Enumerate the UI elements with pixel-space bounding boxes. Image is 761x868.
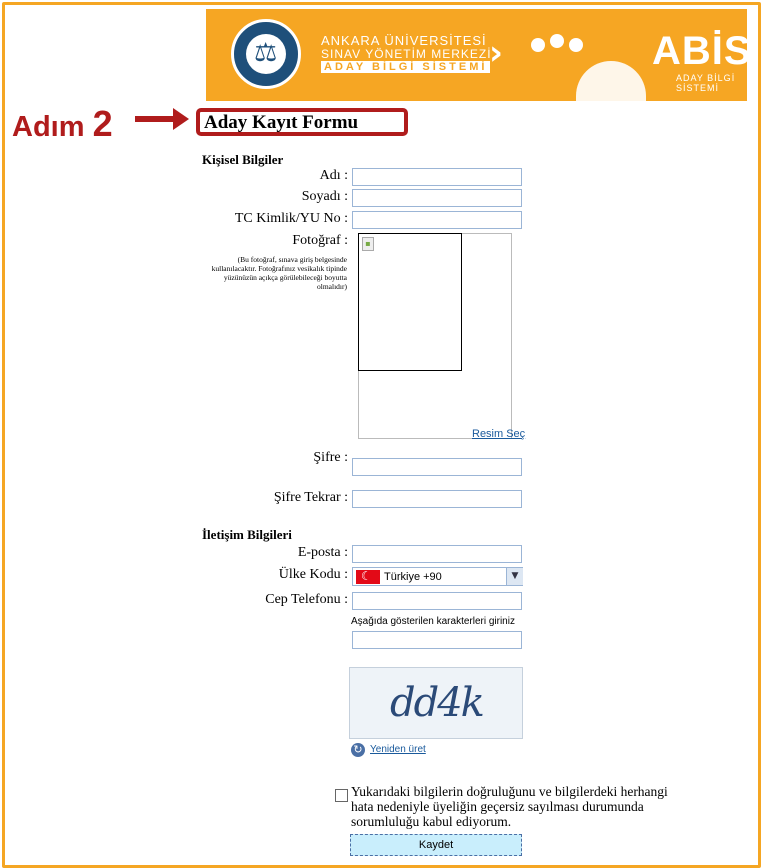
captcha-text: dd4k: [390, 680, 485, 726]
people-icon: [526, 34, 591, 74]
tc-label: TC Kimlik/YU No :: [234, 211, 348, 226]
chevron-right-icon: ›: [489, 33, 504, 73]
regenerate-captcha-link[interactable]: Yeniden üret: [370, 744, 426, 755]
turkey-flag-icon: [356, 569, 380, 584]
banner-system: ADAY BİLGİ SİSTEMİ: [321, 61, 491, 73]
photo-label: Fotoğraf :: [292, 233, 348, 248]
abis-logo-subtitle: ADAY BİLGİ SİSTEMİ: [676, 73, 736, 93]
captcha-input[interactable]: [352, 631, 522, 649]
broken-image-icon: ▪: [362, 237, 374, 251]
abis-logo: ABİS: [652, 29, 747, 73]
password-repeat-label: Şifre Tekrar :: [273, 490, 348, 505]
photo-preview: [358, 233, 462, 371]
email-label: E-posta :: [297, 545, 348, 560]
password-input[interactable]: [352, 458, 522, 476]
page-title: Aday Kayıt Formu: [204, 112, 359, 133]
save-button[interactable]: Kaydet: [350, 834, 522, 856]
step-label: Adım: [12, 111, 85, 143]
personal-info-heading: Kişisel Bilgiler: [202, 152, 284, 167]
password-label: Şifre :: [313, 450, 348, 465]
agreement-checkbox[interactable]: [335, 789, 348, 802]
refresh-icon[interactable]: ↻: [351, 743, 365, 757]
password-repeat-input[interactable]: [352, 490, 522, 508]
surname-input[interactable]: [352, 189, 522, 207]
arrow-right-icon: [135, 108, 189, 130]
agreement-text: Yukarıdaki bilgilerin doğruluğunu ve bil…: [351, 784, 668, 829]
name-input[interactable]: [352, 168, 522, 186]
chevron-down-icon[interactable]: ▼: [506, 568, 523, 585]
phone-input[interactable]: [352, 592, 522, 610]
country-code-value: Türkiye +90: [384, 571, 442, 583]
name-label: Adı :: [319, 168, 348, 183]
surname-label: Soyadı :: [301, 189, 348, 204]
country-code-label: Ülke Kodu :: [278, 567, 348, 582]
choose-photo-link[interactable]: Resim Seç: [472, 428, 525, 440]
tc-input[interactable]: [352, 211, 522, 229]
banner-center: SINAV YÖNETİM MERKEZİ: [321, 47, 492, 61]
captcha-instruction: Aşağıda gösterilen karakterleri giriniz: [351, 616, 515, 627]
header-banner: ANKARA ÜNİVERSİTESİ SINAV YÖNETİM MERKEZ…: [206, 9, 747, 101]
banner-university: ANKARA ÜNİVERSİTESİ: [321, 33, 487, 48]
step-number: 2: [92, 103, 113, 144]
university-seal-icon: [231, 19, 301, 89]
contact-info-heading: İletişim Bilgileri: [202, 527, 292, 542]
photo-note: (Bu fotoğraf, sınava giriş belgesinde ku…: [211, 255, 347, 291]
email-input[interactable]: [352, 545, 522, 563]
phone-label: Cep Telefonu :: [265, 592, 348, 607]
step-annotation: Adım 2: [12, 103, 113, 145]
